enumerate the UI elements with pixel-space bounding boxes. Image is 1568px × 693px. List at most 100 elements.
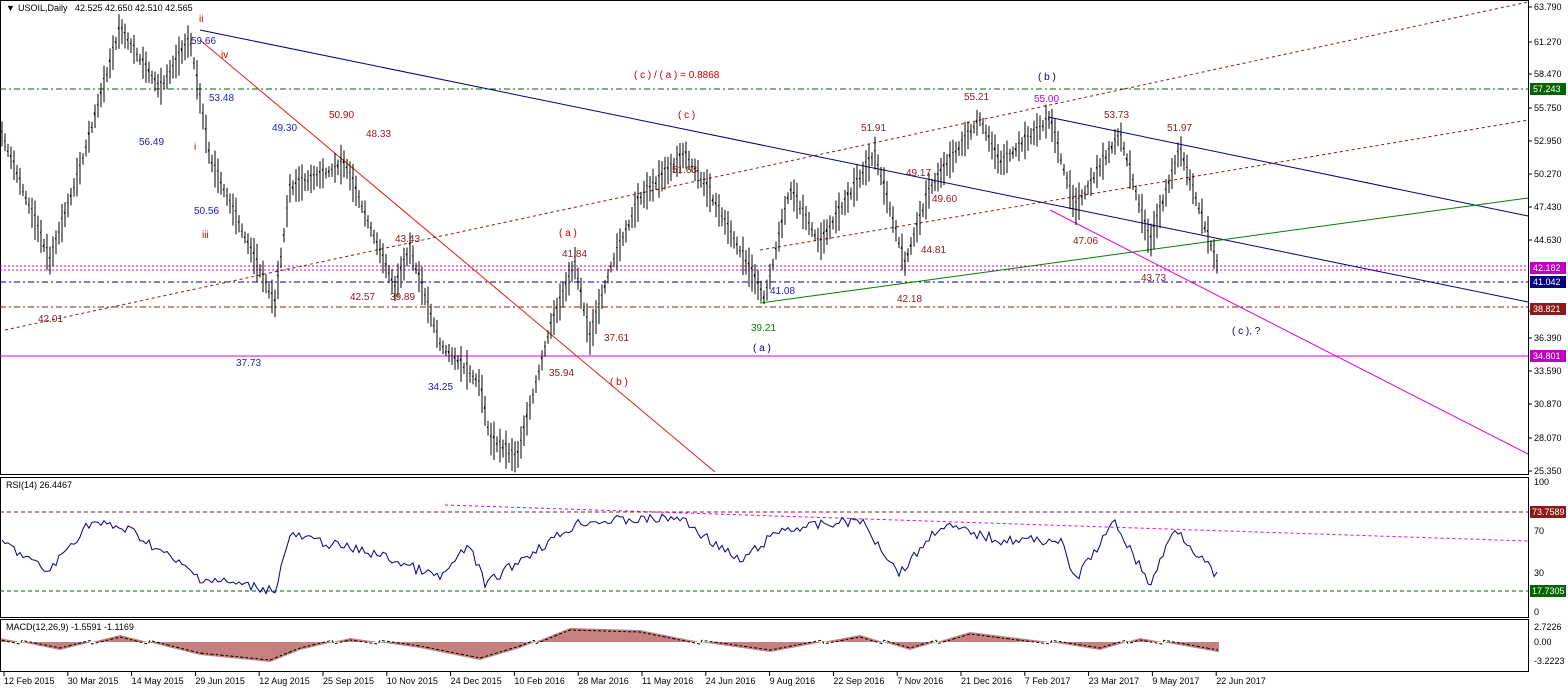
candle-tick xyxy=(607,276,608,277)
price-tick-label: 28.070 xyxy=(1534,433,1562,443)
candle-tick xyxy=(121,28,122,29)
candle-tick xyxy=(487,427,488,428)
price-annotation: 51.97 xyxy=(1167,123,1192,134)
time-tick-label: 12 Feb 2015 xyxy=(4,676,55,686)
rsi-badge-label: 17.7305 xyxy=(1532,586,1565,596)
candle-tick xyxy=(724,218,725,219)
candle-tick xyxy=(952,152,953,153)
candle-tick xyxy=(982,123,983,124)
candle-tick xyxy=(373,235,374,236)
time-tick-label: 14 May 2015 xyxy=(132,676,184,686)
price-annotation: 41.84 xyxy=(562,249,587,260)
time-tick-label: 28 Mar 2016 xyxy=(578,676,629,686)
candle-tick xyxy=(1048,119,1049,120)
candle-tick xyxy=(1027,136,1028,137)
candle-tick xyxy=(172,65,173,66)
price-badge-label: 42.182 xyxy=(1533,263,1561,273)
rsi-tick-label: 70 xyxy=(1534,526,1544,536)
rsi-line xyxy=(2,514,1217,593)
time-tick-label: 10 Feb 2016 xyxy=(514,676,565,686)
candlestick-series xyxy=(1,14,1217,472)
candle-tick xyxy=(28,205,29,206)
candle-tick xyxy=(358,197,359,198)
price-badge-label: 57.243 xyxy=(1533,84,1561,94)
candle-tick xyxy=(697,170,698,171)
price-tick-label: 58.470 xyxy=(1534,69,1562,79)
candle-tick xyxy=(967,131,968,132)
green-trendline[interactable] xyxy=(760,198,1528,303)
candle-tick xyxy=(46,247,47,248)
chart-canvas[interactable]: ▼ USOIL,Daily 42.525 42.650 42.510 42.56… xyxy=(0,0,1568,688)
red-trendline[interactable] xyxy=(200,40,715,472)
price-annotation: 42.01 xyxy=(38,314,63,325)
candle-tick xyxy=(670,164,671,165)
price-annotation: 47.06 xyxy=(1073,236,1098,247)
wave-annotations: iiiviiii( a )( b )( c )( a )( b )( c ), … xyxy=(38,14,1261,393)
candle-tick xyxy=(112,47,113,48)
chart-window[interactable]: ▼ USOIL,Daily 42.525 42.650 42.510 42.56… xyxy=(0,0,1568,688)
candle-tick xyxy=(178,52,179,53)
wave-label: ( a ) xyxy=(753,343,771,354)
price-tick-label: 33.590 xyxy=(1534,366,1562,376)
rsi-badge-label: 73.7589 xyxy=(1532,507,1565,517)
price-annotation: 59.66 xyxy=(191,36,216,47)
chart-symbol: USOIL,Daily xyxy=(18,3,68,13)
blue-trendline-upper[interactable] xyxy=(1048,117,1528,216)
candle-tick xyxy=(217,171,218,172)
price-annotation: 44.81 xyxy=(921,245,946,256)
candle-tick xyxy=(757,283,758,284)
time-tick-label: 25 Sep 2015 xyxy=(323,676,374,686)
candle-tick xyxy=(688,159,689,160)
candle-tick xyxy=(1030,136,1031,137)
price-tick-label: 25.350 xyxy=(1534,466,1562,476)
price-annotation: 51.91 xyxy=(861,123,886,134)
price-annotation: 48.33 xyxy=(366,129,391,140)
rsi-panel-frame xyxy=(1,478,1529,618)
main-panel-frame xyxy=(1,1,1529,475)
time-tick-label: 9 May 2017 xyxy=(1152,676,1199,686)
candle-tick xyxy=(511,450,512,451)
candle-tick xyxy=(370,227,371,228)
candle-tick xyxy=(1003,157,1004,158)
macd-histogram xyxy=(2,628,1218,662)
wave-label: ( c ) / ( a ) = 0.8868 xyxy=(634,70,720,81)
price-badge-label: 34.801 xyxy=(1533,351,1561,361)
price-badge-label: 41.042 xyxy=(1533,277,1561,287)
time-tick-label: 7 Nov 2016 xyxy=(897,676,943,686)
candle-tick xyxy=(913,234,914,235)
price-tick-label: 44.630 xyxy=(1534,235,1562,245)
price-tick-label: 50.270 xyxy=(1534,169,1562,179)
candle-tick xyxy=(1087,185,1088,186)
rsi-tick-label: 100 xyxy=(1534,477,1549,487)
time-tick-label: 10 Nov 2015 xyxy=(387,676,438,686)
macd-tick-label: -3.2223 xyxy=(1534,656,1565,666)
wave-label: ( c ), ? xyxy=(1232,326,1261,337)
price-annotation: 50.90 xyxy=(329,110,354,121)
blue-trendline-main[interactable] xyxy=(200,30,1528,302)
macd-title: MACD(12,26,9) -1.5591 -1.1169 xyxy=(6,622,134,632)
price-annotation: 43.73 xyxy=(1141,273,1166,284)
macd-axis: 2.72260.00-3.2223 xyxy=(1534,622,1565,666)
candle-tick xyxy=(871,157,872,158)
price-annotation: 53.73 xyxy=(1104,110,1129,121)
candle-tick xyxy=(898,243,899,244)
time-tick-label: 11 May 2016 xyxy=(642,676,693,686)
candle-tick xyxy=(394,285,395,286)
price-badges: 57.24342.18241.04238.82134.801 xyxy=(1530,83,1566,362)
candle-tick xyxy=(331,169,332,170)
magenta-trendline[interactable] xyxy=(1050,210,1528,454)
candle-tick xyxy=(733,238,734,239)
price-tick-label: 36.390 xyxy=(1534,333,1562,343)
time-tick-label: 24 Jun 2016 xyxy=(706,676,756,686)
candle-tick xyxy=(730,231,731,232)
price-tick-label: 55.750 xyxy=(1534,103,1562,113)
rsi-tick-label: 30 xyxy=(1534,568,1544,578)
candle-tick xyxy=(577,278,578,279)
candle-tick xyxy=(421,283,422,284)
candle-tick xyxy=(1066,178,1067,179)
price-annotation: 35.94 xyxy=(549,368,574,379)
candle-tick xyxy=(817,238,818,239)
price-tick-label: 52.950 xyxy=(1534,136,1562,146)
wave-label: ( c ) xyxy=(678,110,695,121)
price-annotation: 50.56 xyxy=(194,206,219,217)
